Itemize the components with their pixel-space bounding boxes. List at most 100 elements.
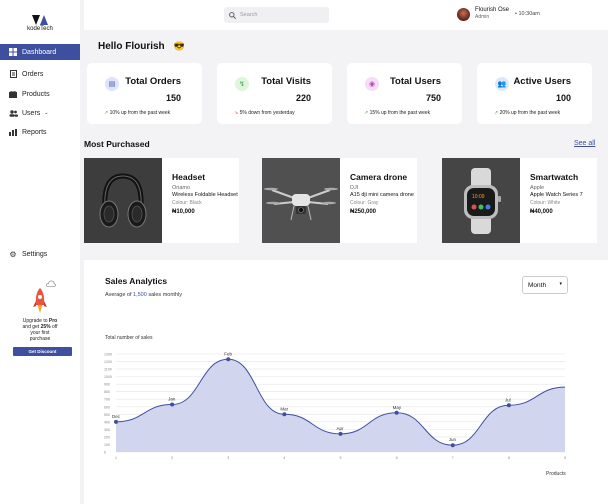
product-description: A15 dji mini camera drone [350,192,414,198]
page-title: Hello Flourish 😎 [98,41,185,52]
products-icon [8,90,18,98]
product-brand: Oriamo [172,185,191,191]
x-tick-label: 6 [396,456,398,460]
get-discount-button[interactable]: Get Discount [13,347,72,356]
x-tick-label: 1 [115,456,117,460]
users-icon [8,109,18,117]
product-name: Headset [172,172,206,182]
stat-card-total-orders: ▤ Total Orders 150 ↗ 10% up from the pas… [87,63,202,124]
y-tick-label: 1000 [104,375,112,379]
see-all-link[interactable]: See all [574,140,595,147]
period-select[interactable]: Month ▾ [522,276,568,294]
chevron-down-icon: ⌄ [44,110,49,116]
data-label: Mar [280,406,288,411]
orders-icon [8,70,18,78]
product-card-smartwatch[interactable]: 10:09 Smartwatch Apple Apple Watch Serie… [442,158,597,243]
sidebar-item-label: Products [22,90,50,98]
stat-trend: ↗ 20% up from the past week [494,110,561,116]
user-role: Admin [475,14,490,20]
y-tick-label: 1300 [104,353,112,357]
search-icon [229,11,236,19]
stat-card-total-visits: ↯ Total Visits 220 ↘ 5% down from yester… [217,63,332,124]
data-point [338,431,343,436]
y-tick-label: 400 [104,420,110,424]
product-description: Wireless Foldable Headset [172,192,238,198]
y-axis-title: Total number of sales [105,335,153,341]
data-label: Dec [112,414,121,419]
data-point [114,419,118,424]
y-tick-label: 0 [104,451,106,455]
clock-time: • 10:30am [515,11,540,17]
promo-text: Upgrade to Pro and get 25% off your firs… [22,318,58,342]
product-card-camera-drone[interactable]: Camera drone DJI A15 dji mini camera dro… [262,158,417,243]
data-label: Jul [505,397,511,402]
x-tick-label: 9 [564,456,566,460]
data-point [450,443,455,448]
chevron-down-icon: ▾ [559,281,562,287]
y-tick-label: 700 [104,398,110,402]
y-tick-label: 900 [104,383,110,387]
rocket-icon [33,288,47,313]
x-tick-label: 3 [227,456,229,460]
gear-icon: ⚙ [9,249,17,259]
sidebar-item-label: Users [22,109,41,117]
sidebar-item-reports[interactable]: Reports [0,124,80,140]
search-placeholder: Search [240,12,258,18]
sidebar-item-dashboard[interactable]: Dashboard [0,44,80,60]
data-label: Apr [337,426,345,431]
product-colour: Colour: Gray [350,200,379,206]
x-axis-title: Products [546,471,566,477]
y-tick-label: 800 [104,390,110,394]
sidebar-item-label: Reports [22,128,47,136]
product-colour: Colour: Black [172,200,202,206]
orders-icon: ▤ [105,77,119,91]
product-name: Smartwatch [530,172,579,182]
product-description: Apple Watch Series 7 [530,192,583,198]
data-point [394,410,399,415]
sidebar-item-products[interactable]: Products [0,86,80,102]
sunglasses-emoji-icon: 😎 [173,41,185,51]
stat-title: Active Users [513,76,571,87]
x-tick-label: 4 [283,456,285,460]
x-tick-label: 2 [171,456,173,460]
avatar [457,7,470,21]
data-label: May [393,405,402,410]
stat-trend: ↗ 15% up from the past week [364,110,431,116]
smartwatch-image: 10:09 [442,158,520,243]
upgrade-promo-card: Upgrade to Pro and get 25% off your firs… [7,277,73,357]
svg-text:10:09: 10:09 [472,194,485,200]
data-point [282,412,287,417]
stat-value: 150 [165,93,181,103]
data-label: Jun [449,437,457,442]
y-tick-label: 200 [104,435,110,439]
sidebar-item-settings[interactable]: ⚙ Settings [0,246,80,262]
data-label: Jan [168,397,176,402]
sidebar-item-label: Orders [22,70,44,78]
y-tick-label: 100 [104,443,110,447]
user-menu[interactable]: Flourish Ose Admin • 10:30am [457,7,540,21]
product-price: ₦40,000 [530,209,553,215]
data-point [170,402,175,407]
brand-logo[interactable]: kodeTech [0,15,80,32]
x-tick-label: 8 [508,456,510,460]
stat-trend: ↘ 5% down from yesterday [234,110,295,116]
y-tick-label: 600 [104,405,110,409]
sidebar: kodeTech Dashboard Orders Products Users… [0,0,80,504]
sidebar-item-users[interactable]: Users ⌄ [0,105,80,121]
data-point [226,357,231,362]
active-users-icon: 👥 [495,77,509,91]
trend-down-icon: ↘ [234,110,239,116]
stat-value: 750 [425,93,441,103]
sales-chart: 1300120011001000900800700600500400300200… [104,351,566,460]
x-tick-label: 7 [452,456,454,460]
visits-icon: ↯ [235,77,249,91]
drone-image [262,158,340,243]
sidebar-item-orders[interactable]: Orders [0,66,80,82]
product-card-headset[interactable]: Headset Oriamo Wireless Foldable Headset… [84,158,239,243]
trend-up-icon: ↗ [104,110,109,116]
stat-title: Total Orders [125,76,181,87]
trend-up-icon: ↗ [364,110,369,116]
sidebar-item-label: Settings [22,250,48,258]
stat-trend: ↗ 10% up from the past week [104,110,171,116]
search-input[interactable]: Search [224,7,329,23]
